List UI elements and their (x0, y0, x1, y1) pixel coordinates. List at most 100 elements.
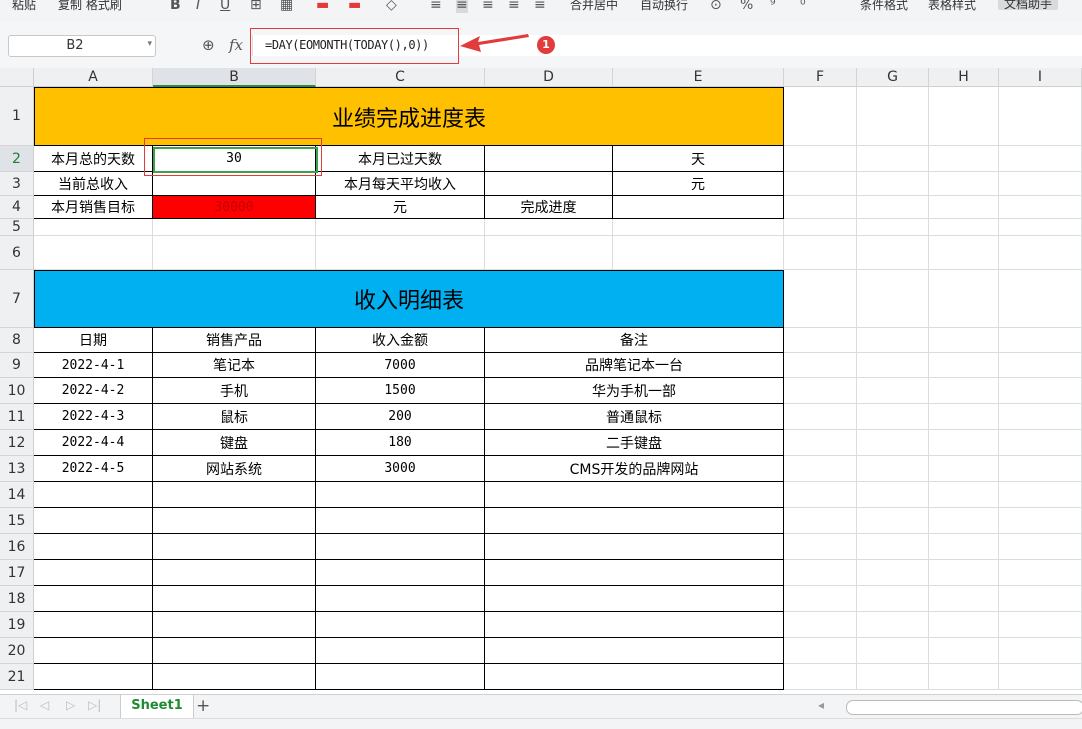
grid-cell[interactable] (34, 219, 153, 236)
empty-cell[interactable] (34, 560, 153, 586)
grid-cell[interactable] (857, 482, 929, 508)
grid-cell[interactable] (999, 482, 1082, 508)
grid-cell[interactable] (999, 508, 1082, 534)
grid-cell[interactable] (857, 534, 929, 560)
header-product[interactable]: 销售产品 (153, 328, 316, 353)
empty-cell[interactable] (485, 534, 784, 560)
column-header-e[interactable]: E (613, 68, 784, 87)
empty-cell[interactable] (153, 482, 316, 508)
empty-cell[interactable] (153, 586, 316, 612)
grid-cell[interactable] (857, 430, 929, 456)
cell-avg-daily-income[interactable] (485, 172, 613, 196)
grid-cell[interactable] (857, 456, 929, 482)
grid-cell[interactable] (929, 456, 999, 482)
grid-cell[interactable] (999, 638, 1082, 664)
grid-cell[interactable] (999, 586, 1082, 612)
empty-cell[interactable] (316, 534, 485, 560)
column-header-a[interactable]: A (34, 68, 153, 87)
empty-cell[interactable] (153, 534, 316, 560)
column-header-d[interactable]: D (485, 68, 613, 87)
empty-cell[interactable] (316, 638, 485, 664)
spreadsheet-grid[interactable]: A B C D E F G H I 1 2 3 4 5 6 7 8 9 10 11 12 13 14 15 16 17 18 19 20… (0, 68, 1082, 694)
empty-cell[interactable] (485, 482, 784, 508)
cell-notes[interactable]: 品牌笔记本一台 (485, 353, 784, 378)
empty-cell[interactable] (34, 664, 153, 690)
grid-cell[interactable] (784, 172, 857, 196)
grid-cell[interactable] (784, 236, 857, 270)
grid-cell[interactable] (784, 87, 857, 146)
column-header-i[interactable]: I (999, 68, 1082, 87)
cell-days-passed[interactable] (485, 146, 613, 172)
prev-sheet-icon[interactable]: ◁ (40, 698, 49, 712)
grid-cell[interactable] (999, 236, 1082, 270)
grid-cell[interactable] (999, 219, 1082, 236)
empty-cell[interactable] (153, 560, 316, 586)
empty-cell[interactable] (316, 612, 485, 638)
grid-cell[interactable] (999, 270, 1082, 328)
cell-amount[interactable]: 180 (316, 430, 485, 456)
grid-cell[interactable] (784, 456, 857, 482)
cell-notes[interactable]: 普通鼠标 (485, 404, 784, 430)
row-header-15[interactable]: 15 (0, 508, 34, 534)
grid-cell[interactable] (784, 328, 857, 353)
grid-cell[interactable] (784, 664, 857, 690)
column-header-g[interactable]: G (857, 68, 929, 87)
zoom-search-icon[interactable]: ⊕ (202, 36, 215, 54)
row-header-16[interactable]: 16 (0, 534, 34, 560)
header-date[interactable]: 日期 (34, 328, 153, 353)
empty-cell[interactable] (153, 664, 316, 690)
grid-cell[interactable] (929, 146, 999, 172)
empty-cell[interactable] (153, 638, 316, 664)
empty-cell[interactable] (485, 586, 784, 612)
paste-button[interactable]: 粘贴 (12, 0, 36, 11)
doc-assist-button[interactable]: 文档助手 (998, 0, 1059, 11)
grid-cell[interactable] (784, 146, 857, 172)
grid-cell[interactable] (784, 586, 857, 612)
column-header-c[interactable]: C (316, 68, 485, 87)
grid-cell[interactable] (929, 508, 999, 534)
label-days-passed[interactable]: 本月已过天数 (316, 146, 485, 172)
grid-cell[interactable] (153, 236, 316, 270)
copy-format-button[interactable]: 复制 格式刷 (58, 0, 122, 11)
grid-cell[interactable] (784, 270, 857, 328)
conditional-format-button[interactable]: 条件格式 (860, 0, 908, 11)
percent-icon[interactable]: % (740, 0, 753, 13)
grid-cell[interactable] (857, 353, 929, 378)
cell-product[interactable]: 手机 (153, 378, 316, 404)
label-days-in-month[interactable]: 本月总的天数 (34, 146, 153, 172)
cell-product[interactable]: 网站系统 (153, 456, 316, 482)
row-header-20[interactable]: 20 (0, 638, 34, 664)
dropdown-arrow-icon[interactable]: ▾ (147, 39, 152, 49)
empty-cell[interactable] (153, 612, 316, 638)
cell-amount[interactable]: 200 (316, 404, 485, 430)
row-header-5[interactable]: 5 (0, 219, 34, 236)
cell-date[interactable]: 2022-4-3 (34, 404, 153, 430)
cell-sales-target[interactable]: 30000 (153, 196, 316, 219)
label-current-income[interactable]: 当前总收入 (34, 172, 153, 196)
grid-cell[interactable] (857, 328, 929, 353)
grid-cell[interactable] (34, 236, 153, 270)
grid-cell[interactable] (857, 612, 929, 638)
distributed-icon[interactable]: ≡ (534, 0, 546, 13)
grid-cell[interactable] (929, 612, 999, 638)
row-header-21[interactable]: 21 (0, 664, 34, 690)
cell-notes[interactable]: CMS开发的品牌网站 (485, 456, 784, 482)
scroll-left-icon[interactable]: ◂ (818, 698, 824, 712)
empty-cell[interactable] (316, 664, 485, 690)
empty-cell[interactable] (34, 482, 153, 508)
grid-cell[interactable] (999, 328, 1082, 353)
row-header-12[interactable]: 12 (0, 430, 34, 456)
justify-icon[interactable]: ≡ (508, 0, 520, 13)
row-header-1[interactable]: 1 (0, 87, 34, 146)
cell-amount[interactable]: 1500 (316, 378, 485, 404)
fill-bucket-icon[interactable]: ▬ (316, 0, 329, 13)
cell-product[interactable]: 键盘 (153, 430, 316, 456)
column-header-f[interactable]: F (784, 68, 857, 87)
align-right-icon[interactable]: ≡ (482, 0, 494, 13)
cell-notes[interactable]: 二手键盘 (485, 430, 784, 456)
empty-cell[interactable] (316, 560, 485, 586)
cell-date[interactable]: 2022-4-1 (34, 353, 153, 378)
empty-cell[interactable] (34, 508, 153, 534)
row-header-7[interactable]: 7 (0, 270, 34, 328)
grid-cell[interactable] (316, 236, 485, 270)
